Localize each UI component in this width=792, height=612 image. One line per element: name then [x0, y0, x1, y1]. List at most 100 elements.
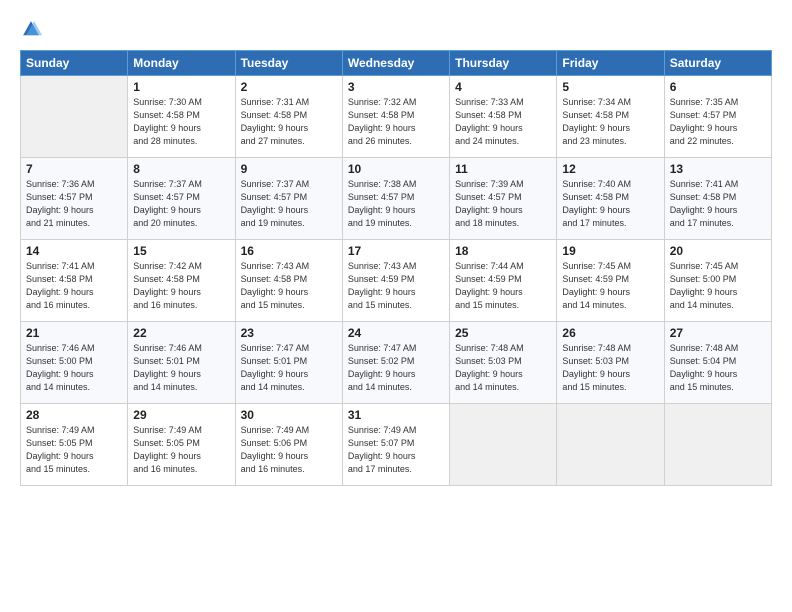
- day-info: Sunrise: 7:40 AM Sunset: 4:58 PM Dayligh…: [562, 178, 658, 230]
- day-info: Sunrise: 7:33 AM Sunset: 4:58 PM Dayligh…: [455, 96, 551, 148]
- day-number: 16: [241, 244, 337, 258]
- day-number: 23: [241, 326, 337, 340]
- day-number: 18: [455, 244, 551, 258]
- day-info: Sunrise: 7:36 AM Sunset: 4:57 PM Dayligh…: [26, 178, 122, 230]
- day-info: Sunrise: 7:46 AM Sunset: 5:01 PM Dayligh…: [133, 342, 229, 394]
- day-number: 21: [26, 326, 122, 340]
- day-number: 30: [241, 408, 337, 422]
- day-number: 20: [670, 244, 766, 258]
- day-number: 15: [133, 244, 229, 258]
- calendar-cell: 25 Sunrise: 7:48 AM Sunset: 5:03 PM Dayli…: [450, 322, 557, 404]
- day-info: Sunrise: 7:43 AM Sunset: 4:59 PM Dayligh…: [348, 260, 444, 312]
- calendar-cell: 14 Sunrise: 7:41 AM Sunset: 4:58 PM Dayli…: [21, 240, 128, 322]
- calendar-cell: [450, 404, 557, 486]
- day-number: 7: [26, 162, 122, 176]
- calendar-cell: 24 Sunrise: 7:47 AM Sunset: 5:02 PM Dayli…: [342, 322, 449, 404]
- calendar-cell: 13 Sunrise: 7:41 AM Sunset: 4:58 PM Dayli…: [664, 158, 771, 240]
- day-info: Sunrise: 7:47 AM Sunset: 5:01 PM Dayligh…: [241, 342, 337, 394]
- day-info: Sunrise: 7:43 AM Sunset: 4:58 PM Dayligh…: [241, 260, 337, 312]
- day-number: 8: [133, 162, 229, 176]
- day-info: Sunrise: 7:46 AM Sunset: 5:00 PM Dayligh…: [26, 342, 122, 394]
- calendar-page: SundayMondayTuesdayWednesdayThursdayFrid…: [0, 0, 792, 612]
- calendar-week-row: 7 Sunrise: 7:36 AM Sunset: 4:57 PM Daylig…: [21, 158, 772, 240]
- day-number: 27: [670, 326, 766, 340]
- day-number: 19: [562, 244, 658, 258]
- day-number: 24: [348, 326, 444, 340]
- header-day-tuesday: Tuesday: [235, 51, 342, 76]
- calendar-week-row: 28 Sunrise: 7:49 AM Sunset: 5:05 PM Dayli…: [21, 404, 772, 486]
- calendar-cell: 1Sunrise: 7:30 AM Sunset: 4:58 PM Daylig…: [128, 76, 235, 158]
- day-info: Sunrise: 7:48 AM Sunset: 5:03 PM Dayligh…: [562, 342, 658, 394]
- calendar-table: SundayMondayTuesdayWednesdayThursdayFrid…: [20, 50, 772, 486]
- header-day-sunday: Sunday: [21, 51, 128, 76]
- day-info: Sunrise: 7:48 AM Sunset: 5:03 PM Dayligh…: [455, 342, 551, 394]
- calendar-header-row: SundayMondayTuesdayWednesdayThursdayFrid…: [21, 51, 772, 76]
- day-number: 6: [670, 80, 766, 94]
- day-info: Sunrise: 7:49 AM Sunset: 5:05 PM Dayligh…: [133, 424, 229, 476]
- calendar-cell: 20Sunrise: 7:45 AM Sunset: 5:00 PM Dayli…: [664, 240, 771, 322]
- day-info: Sunrise: 7:45 AM Sunset: 4:59 PM Dayligh…: [562, 260, 658, 312]
- calendar-cell: 18Sunrise: 7:44 AM Sunset: 4:59 PM Dayli…: [450, 240, 557, 322]
- day-number: 31: [348, 408, 444, 422]
- day-info: Sunrise: 7:42 AM Sunset: 4:58 PM Dayligh…: [133, 260, 229, 312]
- day-info: Sunrise: 7:41 AM Sunset: 4:58 PM Dayligh…: [670, 178, 766, 230]
- logo-icon: [20, 18, 42, 40]
- day-info: Sunrise: 7:38 AM Sunset: 4:57 PM Dayligh…: [348, 178, 444, 230]
- day-info: Sunrise: 7:49 AM Sunset: 5:06 PM Dayligh…: [241, 424, 337, 476]
- calendar-cell: 29Sunrise: 7:49 AM Sunset: 5:05 PM Dayli…: [128, 404, 235, 486]
- calendar-week-row: 21 Sunrise: 7:46 AM Sunset: 5:00 PM Dayli…: [21, 322, 772, 404]
- calendar-cell: 31 Sunrise: 7:49 AM Sunset: 5:07 PM Dayli…: [342, 404, 449, 486]
- day-info: Sunrise: 7:48 AM Sunset: 5:04 PM Dayligh…: [670, 342, 766, 394]
- day-number: 9: [241, 162, 337, 176]
- day-number: 22: [133, 326, 229, 340]
- calendar-cell: 12 Sunrise: 7:40 AM Sunset: 4:58 PM Dayli…: [557, 158, 664, 240]
- day-info: Sunrise: 7:37 AM Sunset: 4:57 PM Dayligh…: [133, 178, 229, 230]
- day-number: 3: [348, 80, 444, 94]
- day-info: Sunrise: 7:39 AM Sunset: 4:57 PM Dayligh…: [455, 178, 551, 230]
- calendar-cell: [664, 404, 771, 486]
- day-info: Sunrise: 7:49 AM Sunset: 5:07 PM Dayligh…: [348, 424, 444, 476]
- day-info: Sunrise: 7:49 AM Sunset: 5:05 PM Dayligh…: [26, 424, 122, 476]
- calendar-cell: 5 Sunrise: 7:34 AM Sunset: 4:58 PM Daylig…: [557, 76, 664, 158]
- day-info: Sunrise: 7:34 AM Sunset: 4:58 PM Dayligh…: [562, 96, 658, 148]
- day-number: 11: [455, 162, 551, 176]
- calendar-cell: 17 Sunrise: 7:43 AM Sunset: 4:59 PM Dayli…: [342, 240, 449, 322]
- calendar-cell: 6 Sunrise: 7:35 AM Sunset: 4:57 PM Daylig…: [664, 76, 771, 158]
- day-info: Sunrise: 7:31 AM Sunset: 4:58 PM Dayligh…: [241, 96, 337, 148]
- calendar-week-row: 1Sunrise: 7:30 AM Sunset: 4:58 PM Daylig…: [21, 76, 772, 158]
- calendar-cell: 28 Sunrise: 7:49 AM Sunset: 5:05 PM Dayli…: [21, 404, 128, 486]
- day-number: 5: [562, 80, 658, 94]
- day-number: 10: [348, 162, 444, 176]
- calendar-week-row: 14 Sunrise: 7:41 AM Sunset: 4:58 PM Dayli…: [21, 240, 772, 322]
- day-info: Sunrise: 7:37 AM Sunset: 4:57 PM Dayligh…: [241, 178, 337, 230]
- header-day-wednesday: Wednesday: [342, 51, 449, 76]
- calendar-cell: [557, 404, 664, 486]
- calendar-cell: 8 Sunrise: 7:37 AM Sunset: 4:57 PM Daylig…: [128, 158, 235, 240]
- day-number: 14: [26, 244, 122, 258]
- header-day-thursday: Thursday: [450, 51, 557, 76]
- calendar-cell: 26Sunrise: 7:48 AM Sunset: 5:03 PM Dayli…: [557, 322, 664, 404]
- calendar-cell: 16 Sunrise: 7:43 AM Sunset: 4:58 PM Dayli…: [235, 240, 342, 322]
- day-info: Sunrise: 7:41 AM Sunset: 4:58 PM Dayligh…: [26, 260, 122, 312]
- day-info: Sunrise: 7:32 AM Sunset: 4:58 PM Dayligh…: [348, 96, 444, 148]
- day-number: 1: [133, 80, 229, 94]
- day-number: 25: [455, 326, 551, 340]
- day-number: 12: [562, 162, 658, 176]
- calendar-cell: 27 Sunrise: 7:48 AM Sunset: 5:04 PM Dayli…: [664, 322, 771, 404]
- header-day-monday: Monday: [128, 51, 235, 76]
- calendar-cell: 19 Sunrise: 7:45 AM Sunset: 4:59 PM Dayli…: [557, 240, 664, 322]
- calendar-cell: 7 Sunrise: 7:36 AM Sunset: 4:57 PM Daylig…: [21, 158, 128, 240]
- calendar-cell: 3 Sunrise: 7:32 AM Sunset: 4:58 PM Daylig…: [342, 76, 449, 158]
- logo: [20, 18, 46, 40]
- day-info: Sunrise: 7:47 AM Sunset: 5:02 PM Dayligh…: [348, 342, 444, 394]
- calendar-cell: 10 Sunrise: 7:38 AM Sunset: 4:57 PM Dayli…: [342, 158, 449, 240]
- day-number: 17: [348, 244, 444, 258]
- calendar-cell: [21, 76, 128, 158]
- day-number: 28: [26, 408, 122, 422]
- calendar-cell: 22 Sunrise: 7:46 AM Sunset: 5:01 PM Dayli…: [128, 322, 235, 404]
- calendar-cell: 9 Sunrise: 7:37 AM Sunset: 4:57 PM Daylig…: [235, 158, 342, 240]
- calendar-cell: 11 Sunrise: 7:39 AM Sunset: 4:57 PM Dayli…: [450, 158, 557, 240]
- day-info: Sunrise: 7:35 AM Sunset: 4:57 PM Dayligh…: [670, 96, 766, 148]
- day-number: 13: [670, 162, 766, 176]
- page-header: [20, 18, 772, 40]
